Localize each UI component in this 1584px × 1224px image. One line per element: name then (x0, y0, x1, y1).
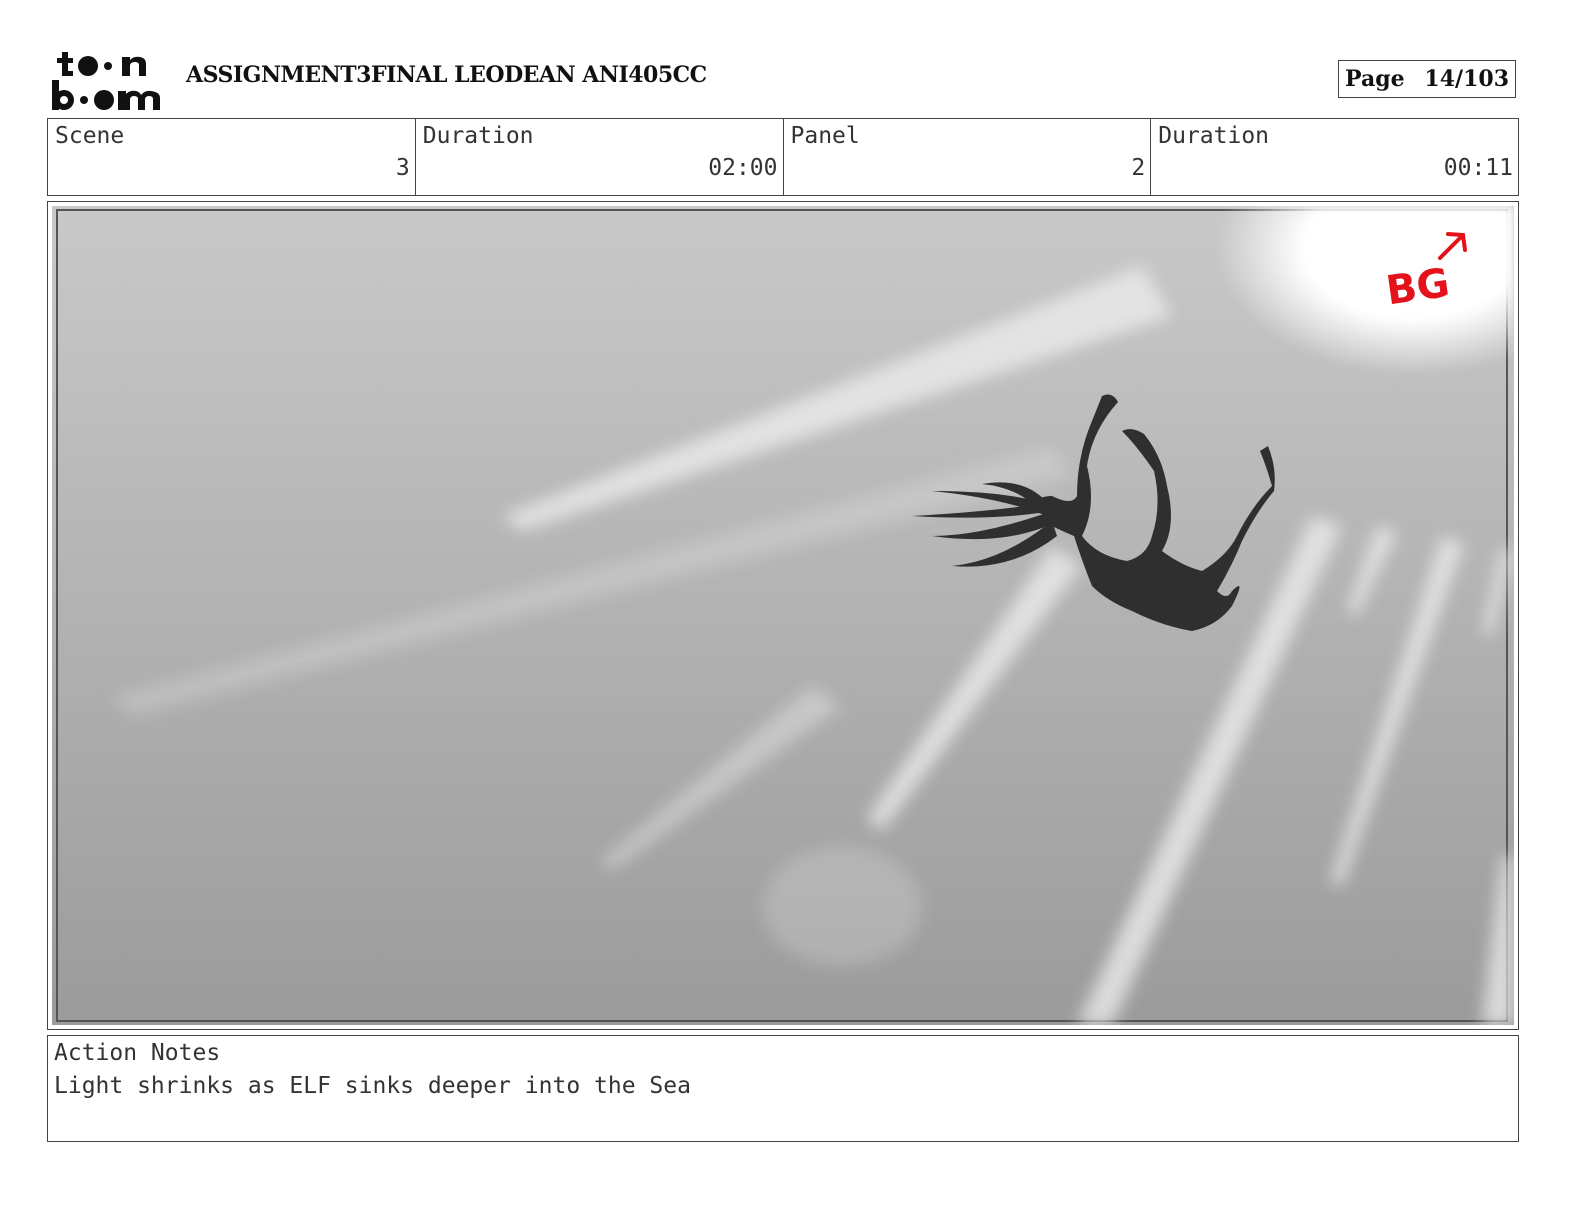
panel-value: 2 (1131, 155, 1146, 181)
bg-annotation: BG (1383, 260, 1452, 314)
panel-duration-label: Duration (1158, 123, 1270, 149)
scene-info-table: Scene 3 Duration 02:00 Panel 2 Duration … (47, 118, 1519, 196)
action-notes-text: Light shrinks as ELF sinks deeper into t… (54, 1073, 691, 1099)
page-number: 14/103 (1424, 66, 1509, 92)
scene-duration-value: 02:00 (708, 155, 778, 181)
action-notes-box: Action Notes Light shrinks as ELF sinks … (47, 1035, 1519, 1142)
page-label: Page (1345, 66, 1405, 92)
scene-value: 3 (395, 155, 410, 181)
scene-cell: Scene 3 (48, 119, 416, 195)
toon-boom-logo: toon (52, 52, 160, 110)
scene-duration-cell: Duration 02:00 (416, 119, 784, 195)
storyboard-panel-frame: BG (47, 201, 1519, 1030)
panel-cell: Panel 2 (784, 119, 1152, 195)
scene-duration-label: Duration (422, 123, 534, 149)
page-indicator: Page 14/103 (1338, 60, 1516, 98)
scene-label: Scene (55, 123, 125, 149)
panel-label: Panel (790, 123, 860, 149)
storyboard-panel-image: BG (52, 206, 1514, 1025)
panel-duration-value: 00:11 (1443, 155, 1513, 181)
panel-duration-cell: Duration 00:11 (1151, 119, 1518, 195)
action-notes-label: Action Notes (54, 1040, 221, 1066)
document-title: ASSIGNMENT3FINAL LEODEAN ANI405CC (186, 62, 707, 88)
